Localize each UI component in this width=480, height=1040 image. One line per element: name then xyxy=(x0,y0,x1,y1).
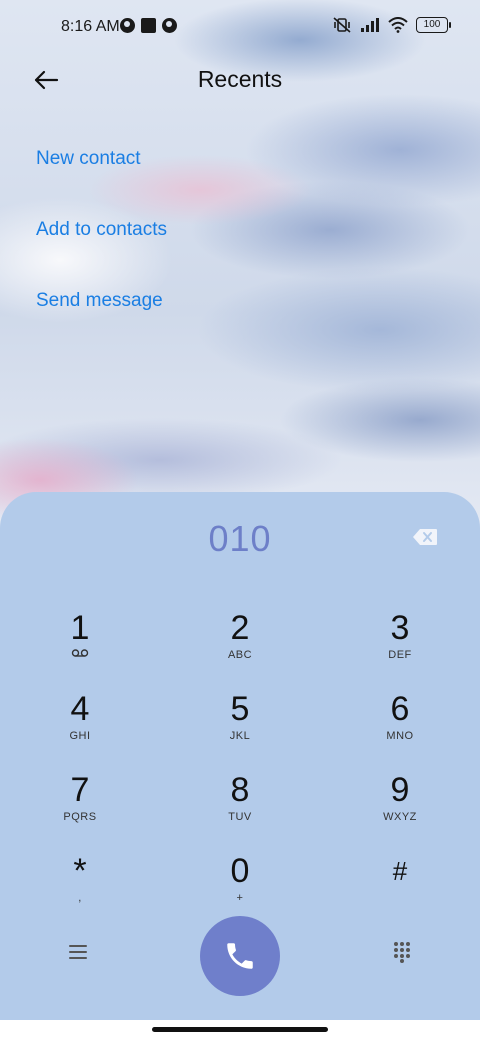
status-time: 8:16 AM xyxy=(61,18,120,35)
dialer-screen: 8:16 AM 100 Recents New contact Add to c… xyxy=(0,0,480,1040)
navigation-bar xyxy=(0,1020,480,1040)
key-letters: PQRS xyxy=(63,811,97,823)
system-status-icons: 100 xyxy=(332,16,451,34)
notification-icons xyxy=(120,18,177,33)
app-notification-icon xyxy=(141,18,156,33)
key-5[interactable]: 5 JKL xyxy=(180,689,300,763)
send-message-link[interactable]: Send message xyxy=(36,290,163,312)
menu-button[interactable] xyxy=(64,938,92,966)
signal-icon xyxy=(361,18,379,32)
key-2[interactable]: 2 ABC xyxy=(180,608,300,682)
battery-icon: 100 xyxy=(416,17,451,33)
dialed-number: 010 xyxy=(208,518,272,559)
key-letters: JKL xyxy=(229,730,251,742)
key-1[interactable]: 1 xyxy=(20,608,140,682)
status-bar: 8:16 AM 100 xyxy=(0,0,480,56)
home-indicator[interactable] xyxy=(152,1027,328,1032)
key-digit: 5 xyxy=(230,690,250,728)
key-digit: 6 xyxy=(390,690,410,728)
phone-icon xyxy=(227,943,253,969)
new-contact-link[interactable]: New contact xyxy=(36,148,141,170)
key-digit: 0 xyxy=(230,852,250,890)
key-digit: 2 xyxy=(230,609,250,647)
dialpad-panel: 010 1 2 ABC 3 DEF 4 GHI 5 JKL 6 MNO 7 PQ… xyxy=(0,492,480,1040)
key-8[interactable]: 8 TUV xyxy=(180,770,300,844)
key-hash[interactable]: # xyxy=(340,851,460,925)
key-digit: 9 xyxy=(390,771,410,809)
menu-icon xyxy=(69,945,87,959)
key-digit: * xyxy=(73,852,87,890)
wifi-icon xyxy=(388,17,408,33)
voicemail-icon xyxy=(20,648,140,662)
backspace-button[interactable] xyxy=(412,528,438,546)
key-9[interactable]: 9 WXYZ xyxy=(340,770,460,844)
call-button[interactable] xyxy=(200,916,280,996)
key-letters: , xyxy=(78,892,82,904)
key-6[interactable]: 6 MNO xyxy=(340,689,460,763)
key-letters: GHI xyxy=(69,730,91,742)
key-letters: WXYZ xyxy=(383,811,417,823)
key-letters: + xyxy=(236,892,244,904)
key-digit: 3 xyxy=(390,609,410,647)
dialpad-icon xyxy=(394,942,410,963)
key-3[interactable]: 3 DEF xyxy=(340,608,460,682)
key-7[interactable]: 7 PQRS xyxy=(20,770,140,844)
key-star[interactable]: * , xyxy=(20,851,140,925)
page-title: Recents xyxy=(197,66,283,92)
key-letters: TUV xyxy=(228,811,252,823)
key-4[interactable]: 4 GHI xyxy=(20,689,140,763)
add-to-contacts-link[interactable]: Add to contacts xyxy=(36,219,167,241)
app-notification-icon xyxy=(162,18,177,33)
key-digit: # xyxy=(392,856,408,886)
key-letters: DEF xyxy=(388,649,412,661)
app-notification-icon xyxy=(120,18,135,33)
backspace-icon xyxy=(413,529,437,545)
vibrate-off-icon xyxy=(333,17,351,33)
key-0[interactable]: 0 + xyxy=(180,851,300,925)
key-digit: 1 xyxy=(70,609,90,647)
key-digit: 4 xyxy=(70,690,90,728)
dialpad-toggle-button[interactable] xyxy=(388,938,416,966)
key-letters: MNO xyxy=(386,730,414,742)
key-digit: 7 xyxy=(70,771,90,809)
key-digit: 8 xyxy=(230,771,250,809)
key-letters: ABC xyxy=(227,649,253,661)
